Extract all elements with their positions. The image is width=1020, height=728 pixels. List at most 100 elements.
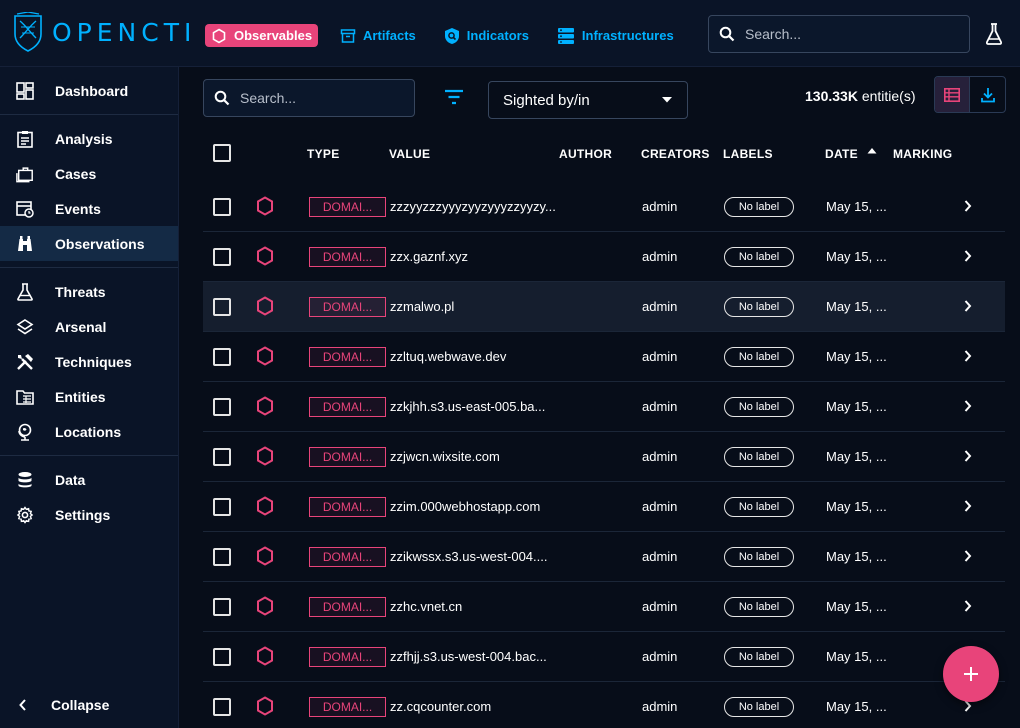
filter-select[interactable]: Sighted by/in: [488, 81, 688, 119]
entity-count: 130.33K entitie(s): [805, 88, 916, 104]
tab-observables[interactable]: Observables: [205, 24, 319, 47]
opencti-logo[interactable]: OPENCTI: [12, 12, 196, 52]
date: May 15, ...: [826, 649, 887, 664]
filter-icon[interactable]: [444, 89, 464, 105]
hexagon-icon: [256, 546, 274, 566]
chevron-right-icon[interactable]: [963, 599, 973, 613]
table-row[interactable]: DOMAI... zzim.000webhostapp.com admin No…: [203, 482, 1005, 532]
hexagon-icon: [256, 496, 274, 516]
tab-artifacts[interactable]: Artifacts: [334, 24, 422, 47]
creator: admin: [642, 249, 678, 264]
sidebar-item-data[interactable]: Data: [0, 462, 178, 497]
list-view-button[interactable]: [935, 77, 970, 112]
table-row[interactable]: DOMAI... zzzyyzzzyyyzyyzyyyzzyyzy... adm…: [203, 182, 1005, 232]
sidebar-item-techniques[interactable]: Techniques: [0, 344, 178, 379]
row-checkbox[interactable]: [213, 248, 231, 266]
export-button[interactable]: [970, 77, 1005, 112]
chevron-right-icon[interactable]: [963, 549, 973, 563]
sidebar-item-label: Locations: [55, 423, 122, 440]
sidebar-item-entities[interactable]: Entities: [0, 379, 178, 414]
chevron-right-icon[interactable]: [963, 199, 973, 213]
flask-icon[interactable]: [985, 23, 1003, 45]
date: May 15, ...: [826, 599, 887, 614]
chevron-right-icon[interactable]: [963, 499, 973, 513]
observable-value: zzkjhh.s3.us-east-005.ba...: [390, 399, 546, 414]
hexagon-icon: [256, 196, 274, 216]
chevron-right-icon[interactable]: [963, 249, 973, 263]
sidebar-item-events[interactable]: Events: [0, 191, 178, 226]
table-row[interactable]: DOMAI... zzikwssx.s3.us-west-004.... adm…: [203, 532, 1005, 582]
sidebar-item-settings[interactable]: Settings: [0, 497, 178, 532]
tools-icon: [16, 353, 34, 371]
table-row[interactable]: DOMAI... zzmalwo.pl admin No label May 1…: [203, 282, 1005, 332]
date: May 15, ...: [826, 199, 887, 214]
table-row[interactable]: DOMAI... zz.cqcounter.com admin No label…: [203, 682, 1005, 728]
global-search-input[interactable]: [745, 26, 945, 42]
column-date[interactable]: DATE: [825, 147, 858, 161]
column-labels[interactable]: LABELS: [723, 147, 773, 161]
creator: admin: [642, 699, 678, 714]
row-checkbox[interactable]: [213, 448, 231, 466]
list-search-input[interactable]: [240, 90, 421, 106]
table-row[interactable]: DOMAI... zzltuq.webwave.dev admin No lab…: [203, 332, 1005, 382]
filter-select-value: Sighted by/in: [503, 91, 590, 109]
table-row[interactable]: DOMAI... zzkjhh.s3.us-east-005.ba... adm…: [203, 382, 1005, 432]
tab-indicators[interactable]: Indicators: [438, 24, 535, 47]
chevron-right-icon[interactable]: [963, 399, 973, 413]
column-value[interactable]: VALUE: [389, 147, 430, 161]
add-observable-button[interactable]: [943, 646, 999, 702]
row-checkbox[interactable]: [213, 648, 231, 666]
globe-pin-icon: [16, 423, 34, 441]
table-row[interactable]: DOMAI... zzx.gaznf.xyz admin No label Ma…: [203, 232, 1005, 282]
observable-value: zzzyyzzzyyyzyyzyyyzzyyzy...: [390, 199, 556, 214]
hexagon-icon: [256, 446, 274, 466]
archive-icon: [340, 28, 356, 44]
sidebar-item-label: Dashboard: [55, 82, 129, 99]
sidebar-item-label: Cases: [55, 165, 97, 182]
sidebar-item-threats[interactable]: Threats: [0, 274, 178, 309]
sidebar-item-locations[interactable]: Locations: [0, 414, 178, 449]
row-checkbox[interactable]: [213, 698, 231, 716]
select-all-checkbox[interactable]: [213, 144, 231, 162]
row-checkbox[interactable]: [213, 348, 231, 366]
table-row[interactable]: DOMAI... zzjwcn.wixsite.com admin No lab…: [203, 432, 1005, 482]
calendar-clock-icon: [16, 200, 34, 218]
collapse-button[interactable]: Collapse: [0, 687, 179, 722]
column-marking[interactable]: MARKING: [893, 147, 952, 161]
chevron-right-icon[interactable]: [963, 449, 973, 463]
column-type[interactable]: TYPE: [307, 147, 340, 161]
sort-ascending-icon[interactable]: [867, 147, 877, 154]
row-checkbox[interactable]: [213, 598, 231, 616]
chevron-left-icon: [18, 698, 28, 712]
top-bar: OPENCTI Observables Artifacts Indicators…: [0, 0, 1020, 67]
sidebar-group: Analysis Cases Events Observations: [0, 115, 178, 268]
row-checkbox[interactable]: [213, 398, 231, 416]
date: May 15, ...: [826, 399, 887, 414]
row-checkbox[interactable]: [213, 198, 231, 216]
row-checkbox[interactable]: [213, 548, 231, 566]
row-checkbox[interactable]: [213, 498, 231, 516]
observable-value: zzltuq.webwave.dev: [390, 349, 507, 364]
label-chip: No label: [724, 597, 794, 617]
date: May 15, ...: [826, 549, 887, 564]
list-search[interactable]: [203, 79, 421, 117]
sidebar-item-arsenal[interactable]: Arsenal: [0, 309, 178, 344]
date: May 15, ...: [826, 449, 887, 464]
chevron-right-icon[interactable]: [963, 349, 973, 363]
global-search[interactable]: [708, 15, 970, 53]
sidebar-item-dashboard[interactable]: Dashboard: [0, 73, 178, 108]
server-icon: [557, 27, 575, 45]
column-author[interactable]: AUTHOR: [559, 147, 612, 161]
sidebar-item-cases[interactable]: Cases: [0, 156, 178, 191]
column-creators[interactable]: CREATORS: [641, 147, 710, 161]
chevron-right-icon[interactable]: [963, 299, 973, 313]
sidebar-item-observations[interactable]: Observations: [0, 226, 178, 261]
sidebar-item-analysis[interactable]: Analysis: [0, 121, 178, 156]
label-chip: No label: [724, 297, 794, 317]
tab-infrastructures[interactable]: Infrastructures: [551, 24, 680, 47]
label-chip: No label: [724, 697, 794, 717]
table-row[interactable]: DOMAI... zzfhjj.s3.us-west-004.bac... ad…: [203, 632, 1005, 682]
row-checkbox[interactable]: [213, 298, 231, 316]
table-row[interactable]: DOMAI... zzhc.vnet.cn admin No label May…: [203, 582, 1005, 632]
hexagon-icon: [256, 246, 274, 266]
